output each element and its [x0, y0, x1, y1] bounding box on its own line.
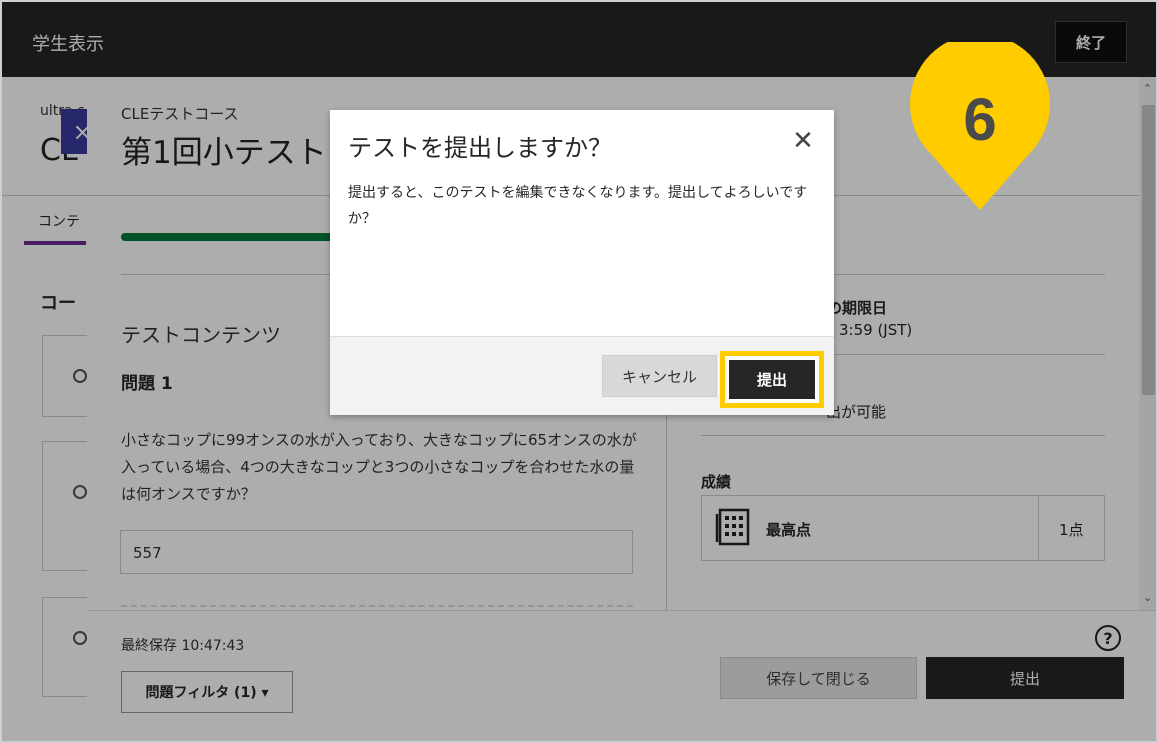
dialog-message: 提出すると、このテストを編集できなくなります。提出してよろしいですか？: [348, 185, 808, 227]
dialog-submit-button[interactable]: 提出: [729, 360, 815, 399]
close-icon[interactable]: ✕: [790, 126, 816, 156]
submit-confirm-dialog: テストを提出しますか？ ✕ 提出すると、このテストを編集できなくなります。提出し…: [330, 110, 834, 415]
cancel-button[interactable]: キャンセル: [602, 355, 717, 397]
dialog-footer: キャンセル 提出: [330, 336, 834, 415]
highlight-frame: 提出: [720, 351, 824, 408]
dialog-title: テストを提出しますか？: [348, 134, 612, 162]
screen: 学生表示 終了 ultra c CL × コンテ コー CLEテストコース 第1…: [0, 0, 1158, 743]
step-marker-pin: 6: [910, 42, 1050, 210]
step-number: 6: [963, 86, 996, 153]
